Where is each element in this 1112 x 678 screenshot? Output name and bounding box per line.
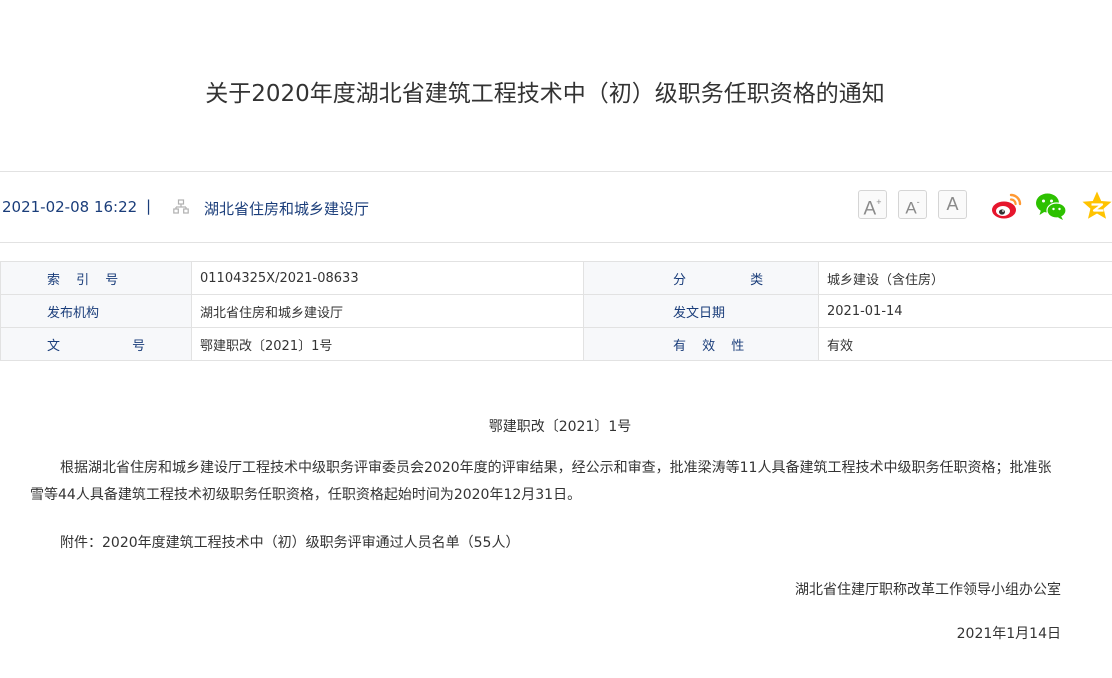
page-title: 关于2020年度湖北省建筑工程技术中（初）级职务任职资格的通知 xyxy=(205,81,885,107)
info-key-text: 索 引 号 xyxy=(47,272,125,288)
info-value-doc-number: 鄂建职改〔2021〕1号 xyxy=(191,327,584,361)
info-key-publisher: 发布机构 xyxy=(0,294,192,328)
font-decrease-label: A xyxy=(905,198,917,218)
table-row: 索 引 号 01104325X/2021-08633 分 类 城乡建设（含住房） xyxy=(0,261,1112,295)
info-key-doc-number: 文 号 xyxy=(0,327,192,361)
document-number: 鄂建职改〔2021〕1号 xyxy=(488,419,632,435)
font-decrease-mark: - xyxy=(916,197,920,207)
meta-separator: | xyxy=(146,197,152,215)
info-key-issue-date: 发文日期 xyxy=(583,294,819,328)
info-key-text: 文 号 xyxy=(47,338,180,354)
publish-datetime: 2021-02-08 16:22 xyxy=(2,198,138,216)
font-increase-mark: + xyxy=(876,197,882,207)
info-key-text: 有 效 性 xyxy=(673,338,751,354)
weibo-icon[interactable] xyxy=(990,190,1022,222)
info-value-index: 01104325X/2021-08633 xyxy=(191,261,584,295)
publisher-organization: 湖北省住房和城乡建设厅 xyxy=(204,200,370,218)
info-key-text: 发文日期 xyxy=(673,305,726,321)
info-value-issue-date: 2021-01-14 xyxy=(818,294,1112,328)
attachment-link[interactable]: 附件：2020年度建筑工程技术中（初）级职务评审通过人员名单（55人） xyxy=(30,530,1062,557)
info-key-category: 分 类 xyxy=(583,261,819,295)
organization-icon xyxy=(173,199,189,214)
signature-office: 湖北省住建厅职称改革工作领导小组办公室 xyxy=(795,582,1061,598)
document-info-table: 索 引 号 01104325X/2021-08633 分 类 城乡建设（含住房）… xyxy=(0,261,1112,361)
table-row: 文 号 鄂建职改〔2021〕1号 有 效 性 有效 xyxy=(0,327,1112,361)
font-size-increase-button[interactable]: A+ xyxy=(858,190,887,219)
info-key-text: 分 类 xyxy=(673,272,794,288)
font-default-label: A xyxy=(946,194,959,214)
info-value-publisher: 湖北省住房和城乡建设厅 xyxy=(191,294,584,328)
table-row: 发布机构 湖北省住房和城乡建设厅 发文日期 2021-01-14 xyxy=(0,294,1112,328)
article-meta-bar: 2021-02-08 16:22 | 湖北省住房和城乡建设厅 A+ A- A xyxy=(0,171,1112,243)
info-key-validity: 有 效 性 xyxy=(583,327,819,361)
qzone-icon[interactable] xyxy=(1081,190,1112,222)
info-key-text: 发布机构 xyxy=(47,305,100,321)
font-size-default-button[interactable]: A xyxy=(938,190,967,219)
info-key-index: 索 引 号 xyxy=(0,261,192,295)
font-increase-label: A xyxy=(863,198,877,220)
body-paragraph: 根据湖北省住房和城乡建设厅工程技术中级职务评审委员会2020年度的评审结果，经公… xyxy=(30,460,1052,503)
info-value-category: 城乡建设（含住房） xyxy=(818,261,1112,295)
signature-date: 2021年1月14日 xyxy=(956,626,1061,642)
wechat-icon[interactable] xyxy=(1035,190,1067,222)
info-value-validity: 有效 xyxy=(818,327,1112,361)
font-size-decrease-button[interactable]: A- xyxy=(898,190,927,219)
